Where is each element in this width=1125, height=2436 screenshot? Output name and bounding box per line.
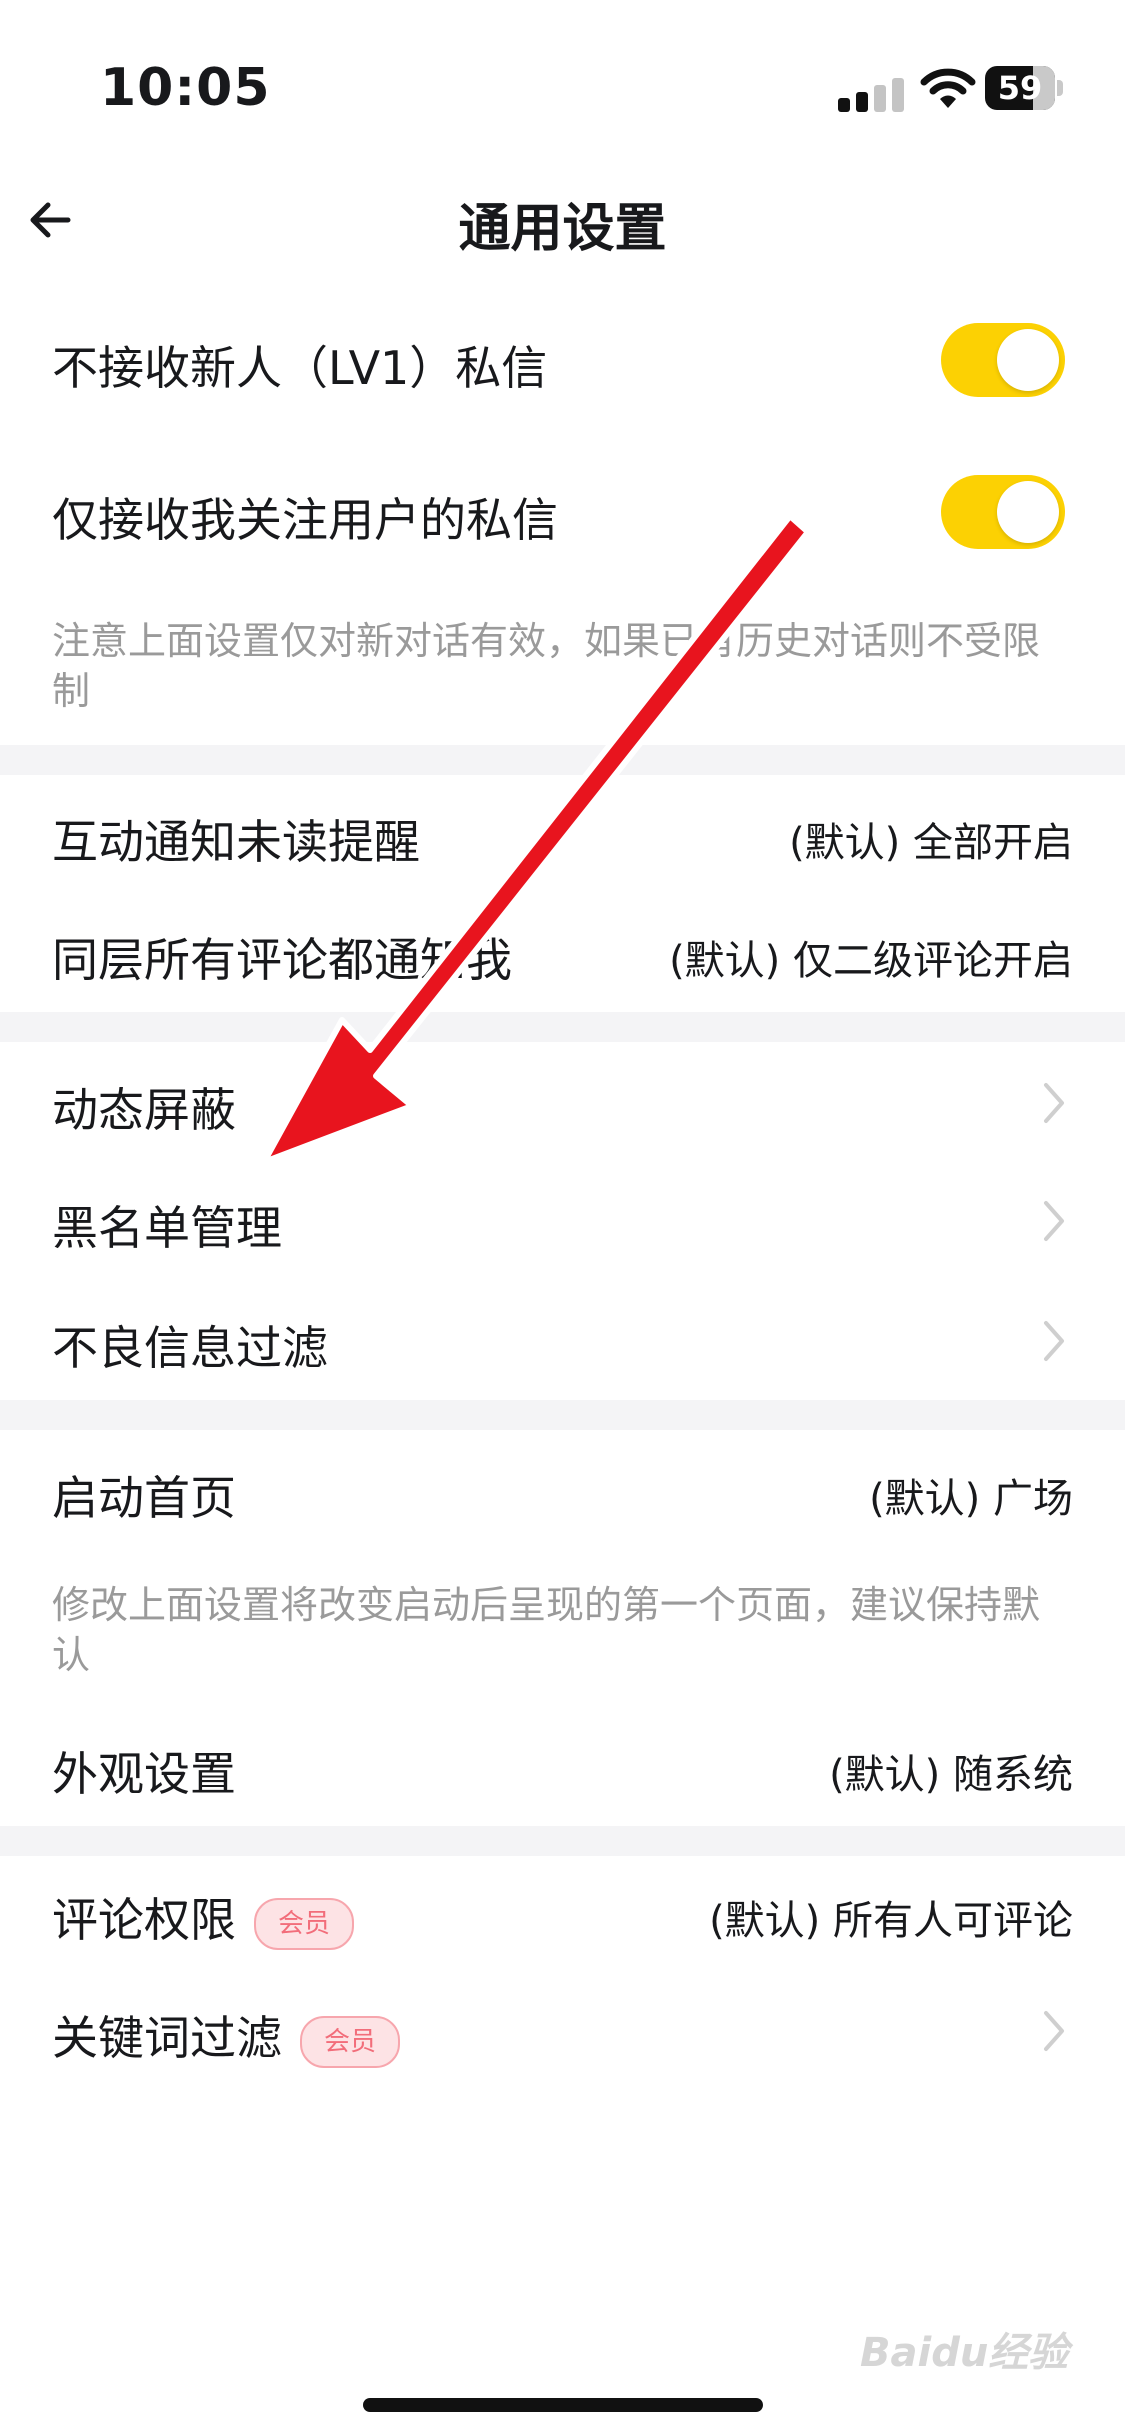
member-badge: 会员 xyxy=(254,1897,355,1950)
setting-label: 评论权限 xyxy=(52,1893,236,1947)
chevron-right-icon xyxy=(1044,1083,1064,1123)
setting-value: (默认) 仅二级评论开启 xyxy=(669,938,1073,984)
nav-bar: 通用设置 xyxy=(0,170,1125,270)
followed-only-messages-toggle[interactable] xyxy=(941,475,1065,549)
setting-row-new-user-messages: 不接收新人（LV1）私信 xyxy=(0,310,1125,410)
startup-note: 修改上面设置将改变启动后呈现的第一个页面，建议保持默认 xyxy=(52,1583,1041,1677)
setting-label: 仅接收我关注用户的私信 xyxy=(52,493,558,547)
setting-value: (默认) 所有人可评论 xyxy=(709,1898,1073,1944)
setting-label: 动态屏蔽 xyxy=(52,1083,236,1137)
setting-row-same-level-comments[interactable]: 同层所有评论都通知我 (默认) 仅二级评论开启 xyxy=(0,908,1125,998)
setting-row-bad-info-filter[interactable]: 不良信息过滤 xyxy=(0,1296,1125,1386)
setting-label: 不接收新人（LV1）私信 xyxy=(52,341,548,395)
setting-row-comment-permission[interactable]: 评论权限 会员 (默认) 所有人可评论 xyxy=(0,1868,1125,1958)
member-badge: 会员 xyxy=(300,2015,401,2068)
setting-row-appearance[interactable]: 外观设置 (默认) 随系统 xyxy=(0,1722,1125,1812)
baidu-watermark: Baidu经验 xyxy=(860,2330,1069,2376)
setting-label-wrap: 评论权限 会员 xyxy=(52,1884,355,1950)
section-divider xyxy=(0,1826,1125,1856)
setting-label: 关键词过滤 xyxy=(52,2011,282,2065)
setting-row-blacklist[interactable]: 黑名单管理 xyxy=(0,1176,1125,1266)
setting-label: 不良信息过滤 xyxy=(52,1321,328,1375)
chevron-right-icon xyxy=(1044,1201,1064,1241)
setting-value: (默认) 广场 xyxy=(869,1476,1073,1522)
status-time: 10:05 xyxy=(100,58,271,118)
section-divider xyxy=(0,1012,1125,1042)
setting-row-keyword-filter[interactable]: 关键词过滤 会员 xyxy=(0,1986,1125,2076)
battery-icon: 59 xyxy=(985,66,1065,110)
setting-row-startup-page[interactable]: 启动首页 (默认) 广场 xyxy=(0,1446,1125,1536)
setting-row-feed-block[interactable]: 动态屏蔽 xyxy=(0,1058,1125,1148)
setting-label: 黑名单管理 xyxy=(52,1201,282,1255)
setting-value: (默认) 全部开启 xyxy=(789,820,1073,866)
setting-label: 同层所有评论都通知我 xyxy=(52,933,512,987)
chevron-right-icon xyxy=(1044,2011,1064,2051)
cellular-signal-icon xyxy=(838,78,908,112)
battery-level: 59 xyxy=(997,69,1043,107)
setting-label: 互动通知未读提醒 xyxy=(52,815,420,869)
section-divider xyxy=(0,1400,1125,1430)
wifi-icon xyxy=(920,68,976,108)
status-bar: 10:05 59 xyxy=(0,0,1125,150)
chevron-right-icon xyxy=(1044,1321,1064,1361)
messages-note: 注意上面设置仅对新对话有效，如果已有历史对话则不受限制 xyxy=(52,619,1041,713)
setting-row-followed-only-messages: 仅接收我关注用户的私信 xyxy=(0,462,1125,562)
setting-value: (默认) 随系统 xyxy=(829,1752,1073,1798)
setting-label: 启动首页 xyxy=(52,1471,236,1525)
new-user-messages-toggle[interactable] xyxy=(941,323,1065,397)
setting-label-wrap: 关键词过滤 会员 xyxy=(52,2002,401,2068)
home-indicator xyxy=(363,2398,763,2412)
setting-row-unread-reminder[interactable]: 互动通知未读提醒 (默认) 全部开启 xyxy=(0,790,1125,880)
section-divider xyxy=(0,745,1125,775)
page-title: 通用设置 xyxy=(458,199,667,259)
setting-label: 外观设置 xyxy=(52,1747,236,1801)
